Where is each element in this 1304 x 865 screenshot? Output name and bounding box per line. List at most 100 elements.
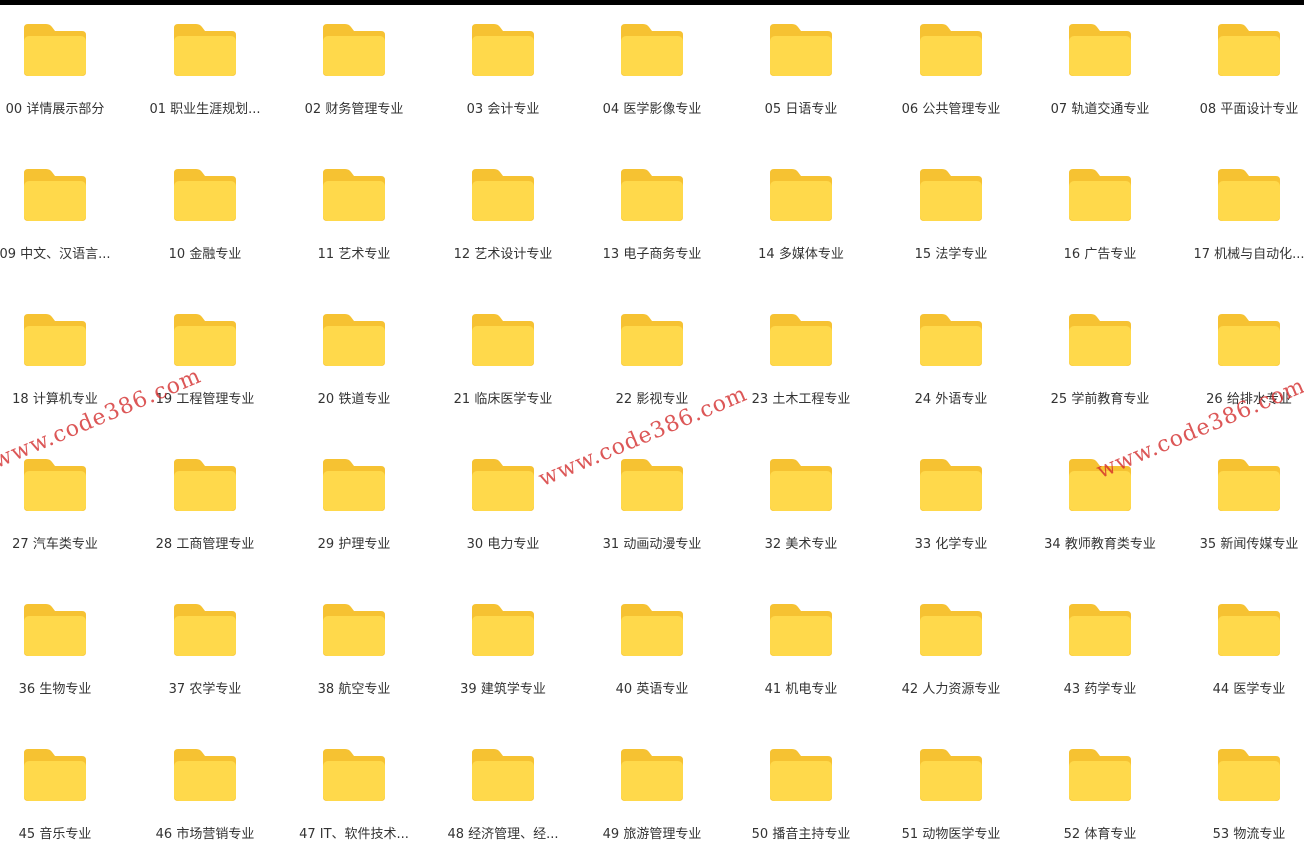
folder-icon bbox=[768, 747, 834, 803]
folder-label: 10 金融专业 bbox=[168, 247, 242, 262]
folder-icon bbox=[321, 602, 387, 658]
folder-item[interactable]: 52 体育专业 bbox=[1025, 725, 1175, 865]
folder-item[interactable]: 40 英语专业 bbox=[577, 580, 727, 720]
folder-item[interactable]: 50 播音主持专业 bbox=[726, 725, 876, 865]
folder-icon bbox=[172, 167, 238, 223]
folder-item[interactable]: 46 市场营销专业 bbox=[130, 725, 280, 865]
folder-item[interactable]: 17 机械与自动化... bbox=[1174, 145, 1304, 285]
folder-item[interactable]: 20 铁道专业 bbox=[279, 290, 429, 430]
folder-item[interactable]: 32 美术专业 bbox=[726, 435, 876, 575]
folder-label: 08 平面设计专业 bbox=[1199, 102, 1299, 117]
folder-icon bbox=[470, 312, 536, 368]
folder-item[interactable]: 15 法学专业 bbox=[876, 145, 1026, 285]
folder-icon bbox=[918, 747, 984, 803]
folder-grid: 00 详情展示部分 01 职业生涯规划... 02 财务管理专业 03 会计专业 04 … bbox=[0, 0, 1304, 848]
folder-item[interactable]: 43 药学专业 bbox=[1025, 580, 1175, 720]
folder-item[interactable]: 36 生物专业 bbox=[0, 580, 130, 720]
folder-item[interactable]: 14 多媒体专业 bbox=[726, 145, 876, 285]
folder-icon bbox=[22, 457, 88, 513]
folder-icon bbox=[321, 747, 387, 803]
folder-icon bbox=[1067, 747, 1133, 803]
folder-label: 26 给排水专业 bbox=[1206, 392, 1292, 407]
folder-icon bbox=[918, 167, 984, 223]
folder-icon bbox=[22, 747, 88, 803]
folder-item[interactable]: 12 艺术设计专业 bbox=[428, 145, 578, 285]
folder-label: 37 农学专业 bbox=[168, 682, 242, 697]
folder-item[interactable]: 03 会计专业 bbox=[428, 0, 578, 140]
folder-item[interactable]: 18 计算机专业 bbox=[0, 290, 130, 430]
folder-label: 33 化学专业 bbox=[914, 537, 988, 552]
folder-item[interactable]: 25 学前教育专业 bbox=[1025, 290, 1175, 430]
folder-item[interactable]: 27 汽车类专业 bbox=[0, 435, 130, 575]
folder-item[interactable]: 05 日语专业 bbox=[726, 0, 876, 140]
folder-item[interactable]: 13 电子商务专业 bbox=[577, 145, 727, 285]
folder-item[interactable]: 53 物流专业 bbox=[1174, 725, 1304, 865]
folder-item[interactable]: 11 艺术专业 bbox=[279, 145, 429, 285]
folder-item[interactable]: 34 教师教育类专业 bbox=[1025, 435, 1175, 575]
folder-item[interactable]: 42 人力资源专业 bbox=[876, 580, 1026, 720]
folder-icon bbox=[22, 602, 88, 658]
folder-icon bbox=[321, 167, 387, 223]
folder-item[interactable]: 19 工程管理专业 bbox=[130, 290, 280, 430]
folder-item[interactable]: 07 轨道交通专业 bbox=[1025, 0, 1175, 140]
folder-label: 39 建筑学专业 bbox=[460, 682, 546, 697]
folder-item[interactable]: 24 外语专业 bbox=[876, 290, 1026, 430]
folder-item[interactable]: 35 新闻传媒专业 bbox=[1174, 435, 1304, 575]
folder-label: 19 工程管理专业 bbox=[155, 392, 255, 407]
folder-label: 38 航空专业 bbox=[317, 682, 391, 697]
folder-icon bbox=[918, 457, 984, 513]
folder-icon bbox=[172, 747, 238, 803]
folder-item[interactable]: 01 职业生涯规划... bbox=[130, 0, 280, 140]
folder-item[interactable]: 37 农学专业 bbox=[130, 580, 280, 720]
folder-item[interactable]: 21 临床医学专业 bbox=[428, 290, 578, 430]
folder-label: 52 体育专业 bbox=[1063, 827, 1137, 842]
folder-item[interactable]: 06 公共管理专业 bbox=[876, 0, 1026, 140]
folder-item[interactable]: 23 土木工程专业 bbox=[726, 290, 876, 430]
folder-item[interactable]: 47 IT、软件技术... bbox=[279, 725, 429, 865]
folder-item[interactable]: 41 机电专业 bbox=[726, 580, 876, 720]
folder-icon bbox=[1216, 312, 1282, 368]
folder-item[interactable]: 22 影视专业 bbox=[577, 290, 727, 430]
folder-label: 31 动画动漫专业 bbox=[602, 537, 702, 552]
folder-item[interactable]: 38 航空专业 bbox=[279, 580, 429, 720]
folder-item[interactable]: 29 护理专业 bbox=[279, 435, 429, 575]
folder-item[interactable]: 26 给排水专业 bbox=[1174, 290, 1304, 430]
folder-label: 34 教师教育类专业 bbox=[1044, 537, 1156, 552]
folder-item[interactable]: 31 动画动漫专业 bbox=[577, 435, 727, 575]
folder-icon bbox=[768, 602, 834, 658]
folder-label: 35 新闻传媒专业 bbox=[1199, 537, 1299, 552]
folder-item[interactable]: 00 详情展示部分 bbox=[0, 0, 130, 140]
folder-item[interactable]: 33 化学专业 bbox=[876, 435, 1026, 575]
folder-item[interactable]: 48 经济管理、经... bbox=[428, 725, 578, 865]
folder-label: 49 旅游管理专业 bbox=[602, 827, 702, 842]
folder-item[interactable]: 39 建筑学专业 bbox=[428, 580, 578, 720]
folder-icon bbox=[619, 747, 685, 803]
folder-item[interactable]: 45 音乐专业 bbox=[0, 725, 130, 865]
folder-icon bbox=[172, 457, 238, 513]
folder-label: 01 职业生涯规划... bbox=[149, 102, 261, 117]
folder-icon bbox=[1067, 457, 1133, 513]
folder-item[interactable]: 28 工商管理专业 bbox=[130, 435, 280, 575]
folder-icon bbox=[1216, 747, 1282, 803]
folder-label: 09 中文、汉语言... bbox=[0, 247, 111, 262]
folder-icon bbox=[768, 457, 834, 513]
folder-item[interactable]: 49 旅游管理专业 bbox=[577, 725, 727, 865]
folder-item[interactable]: 16 广告专业 bbox=[1025, 145, 1175, 285]
folder-label: 36 生物专业 bbox=[18, 682, 92, 697]
folder-icon bbox=[22, 167, 88, 223]
folder-item[interactable]: 30 电力专业 bbox=[428, 435, 578, 575]
folder-item[interactable]: 51 动物医学专业 bbox=[876, 725, 1026, 865]
folder-label: 44 医学专业 bbox=[1212, 682, 1286, 697]
folder-item[interactable]: 10 金融专业 bbox=[130, 145, 280, 285]
folder-icon bbox=[619, 602, 685, 658]
folder-label: 02 财务管理专业 bbox=[304, 102, 404, 117]
folder-item[interactable]: 09 中文、汉语言... bbox=[0, 145, 130, 285]
folder-icon bbox=[1067, 312, 1133, 368]
folder-icon bbox=[918, 312, 984, 368]
folder-item[interactable]: 02 财务管理专业 bbox=[279, 0, 429, 140]
folder-item[interactable]: 04 医学影像专业 bbox=[577, 0, 727, 140]
folder-item[interactable]: 08 平面设计专业 bbox=[1174, 0, 1304, 140]
folder-icon bbox=[619, 167, 685, 223]
folder-label: 22 影视专业 bbox=[615, 392, 689, 407]
folder-item[interactable]: 44 医学专业 bbox=[1174, 580, 1304, 720]
